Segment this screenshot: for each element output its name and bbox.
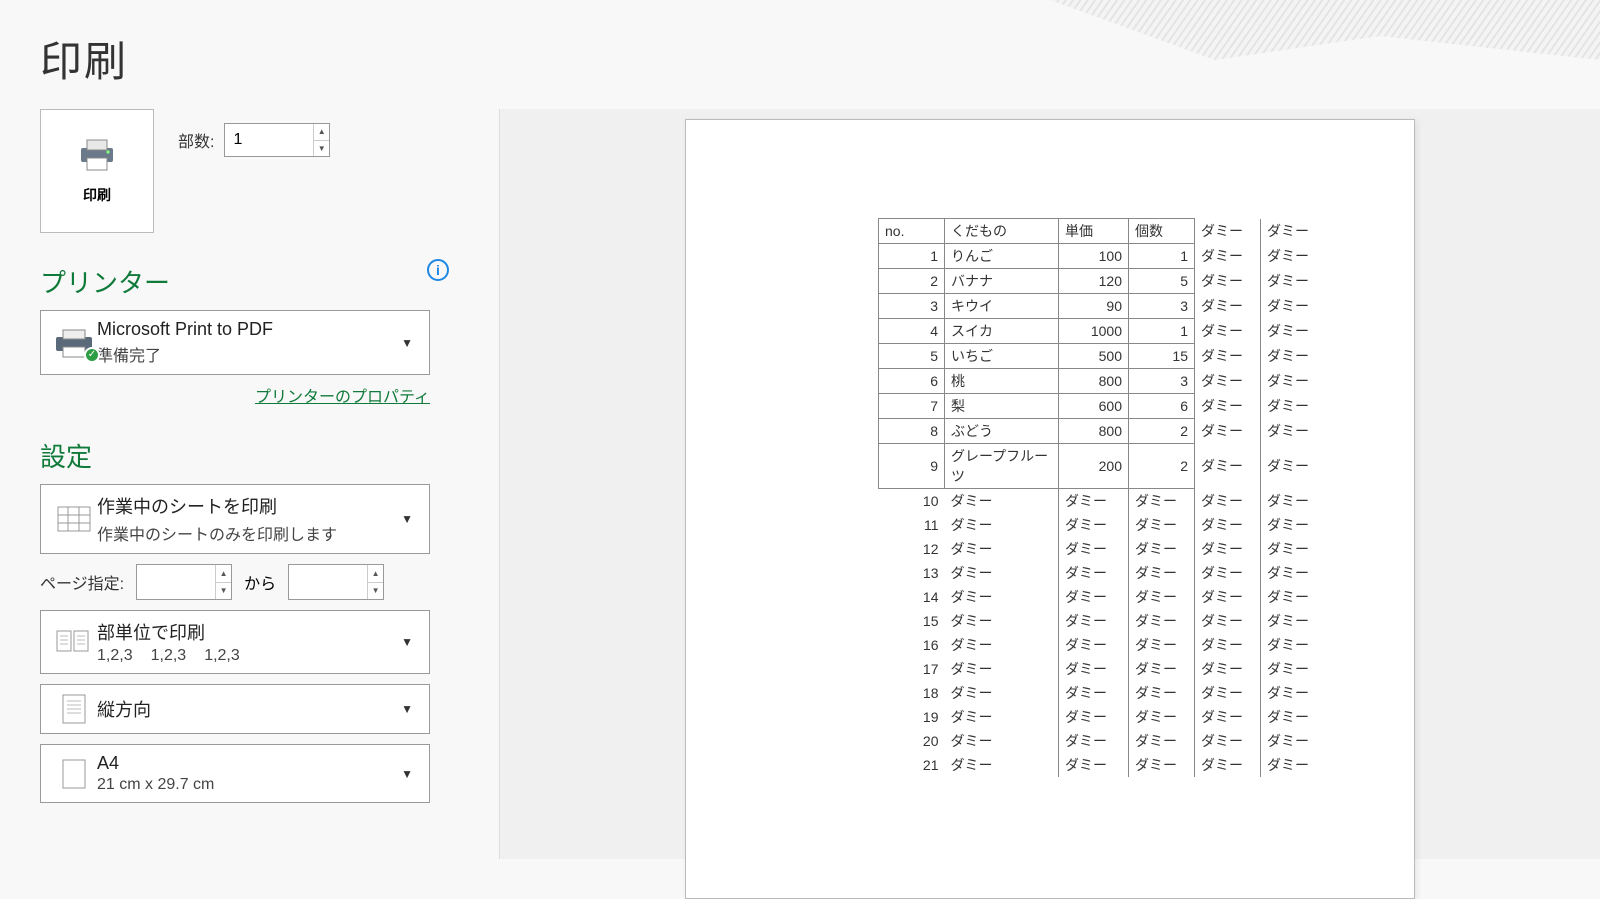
preview-page: no.くだもの単価個数ダミーダミー 1りんご1001ダミーダミー2バナナ1205…	[685, 119, 1415, 899]
print-what-line2: 作業中のシートのみを印刷します	[97, 521, 395, 545]
table-header: 個数	[1129, 219, 1195, 244]
printer-section-title: プリンター	[40, 263, 459, 300]
copies-label: 部数:	[178, 128, 214, 152]
preview-pane: no.くだもの単価個数ダミーダミー 1りんご1001ダミーダミー2バナナ1205…	[500, 109, 1600, 859]
page-to-input[interactable]	[289, 565, 367, 599]
table-header: no.	[879, 219, 945, 244]
table-header: 単価	[1059, 219, 1129, 244]
chevron-down-icon: ▼	[395, 702, 419, 716]
table-row: 12ダミーダミーダミーダミーダミー	[879, 537, 1321, 561]
main-layout: 印刷 部数: ▲ ▼ i プリンター	[0, 109, 1600, 859]
page-icon	[51, 758, 97, 790]
copies-input[interactable]	[225, 124, 313, 156]
table-header: くだもの	[945, 219, 1059, 244]
copies-up-icon[interactable]: ▲	[314, 124, 329, 141]
copies-spinner[interactable]: ▲ ▼	[224, 123, 330, 157]
copies-down-icon[interactable]: ▼	[314, 141, 329, 157]
table-row: 20ダミーダミーダミーダミーダミー	[879, 729, 1321, 753]
up-icon[interactable]: ▲	[368, 565, 383, 583]
collate-select[interactable]: 部単位で印刷 1,2,3 1,2,3 1,2,3 ▼	[40, 610, 430, 674]
collate-icon	[51, 627, 97, 657]
sheets-icon	[51, 505, 97, 533]
chevron-down-icon: ▼	[395, 635, 419, 649]
table-row: 8ぶどう8002ダミーダミー	[879, 419, 1321, 444]
page-from-spinner[interactable]: ▲ ▼	[136, 564, 232, 600]
printer-name: Microsoft Print to PDF	[97, 319, 395, 340]
table-row: 10ダミーダミーダミーダミーダミー	[879, 489, 1321, 514]
printer-properties-link[interactable]: プリンターのプロパティ	[255, 389, 430, 406]
collate-line2: 1,2,3 1,2,3 1,2,3	[97, 647, 395, 665]
table-row: 6桃8003ダミーダミー	[879, 369, 1321, 394]
table-row: 5いちご50015ダミーダミー	[879, 344, 1321, 369]
info-icon[interactable]: i	[427, 259, 449, 281]
printer-icon	[75, 138, 119, 177]
table-row: 9グレープフルーツ2002ダミーダミー	[879, 444, 1321, 489]
settings-pane: 印刷 部数: ▲ ▼ i プリンター	[0, 109, 500, 859]
preview-table: no.くだもの単価個数ダミーダミー 1りんご1001ダミーダミー2バナナ1205…	[878, 218, 1321, 777]
table-row: 3キウイ903ダミーダミー	[879, 294, 1321, 319]
printer-select[interactable]: ✓ Microsoft Print to PDF 準備完了 ▼	[40, 310, 430, 375]
print-what-line1: 作業中のシートを印刷	[97, 493, 395, 519]
table-row: 21ダミーダミーダミーダミーダミー	[879, 753, 1321, 777]
chevron-down-icon: ▼	[395, 767, 419, 781]
table-row: 19ダミーダミーダミーダミーダミー	[879, 705, 1321, 729]
settings-section-title: 設定	[40, 437, 459, 474]
printer-status: 準備完了	[97, 342, 395, 366]
page-to-spinner[interactable]: ▲ ▼	[288, 564, 384, 600]
down-icon[interactable]: ▼	[368, 583, 383, 600]
table-row: 7梨6006ダミーダミー	[879, 394, 1321, 419]
table-header: ダミー	[1261, 219, 1321, 244]
down-icon[interactable]: ▼	[216, 583, 231, 600]
page-portrait-icon	[51, 693, 97, 725]
check-icon: ✓	[84, 347, 100, 363]
page-from-input[interactable]	[137, 565, 215, 599]
table-row: 16ダミーダミーダミーダミーダミー	[879, 633, 1321, 657]
printer-status-icon: ✓	[51, 327, 97, 359]
table-row: 1りんご1001ダミーダミー	[879, 244, 1321, 269]
table-row: 4スイカ10001ダミーダミー	[879, 319, 1321, 344]
table-row: 18ダミーダミーダミーダミーダミー	[879, 681, 1321, 705]
up-icon[interactable]: ▲	[216, 565, 231, 583]
table-header: ダミー	[1195, 219, 1261, 244]
orientation-line1: 縦方向	[97, 696, 395, 722]
page-spec-label: ページ指定:	[40, 570, 124, 594]
table-row: 11ダミーダミーダミーダミーダミー	[879, 513, 1321, 537]
chevron-down-icon: ▼	[395, 336, 419, 350]
table-row: 13ダミーダミーダミーダミーダミー	[879, 561, 1321, 585]
table-row: 2バナナ1205ダミーダミー	[879, 269, 1321, 294]
print-button-label: 印刷	[83, 185, 111, 205]
table-row: 15ダミーダミーダミーダミーダミー	[879, 609, 1321, 633]
paper-size-line1: A4	[97, 753, 395, 774]
table-row: 14ダミーダミーダミーダミーダミー	[879, 585, 1321, 609]
orientation-select[interactable]: 縦方向 ▼	[40, 684, 430, 734]
page-to-label: から	[244, 570, 276, 594]
paper-size-select[interactable]: A4 21 cm x 29.7 cm ▼	[40, 744, 430, 803]
collate-line1: 部単位で印刷	[97, 619, 395, 645]
paper-size-line2: 21 cm x 29.7 cm	[97, 776, 395, 794]
print-button[interactable]: 印刷	[40, 109, 154, 233]
table-row: 17ダミーダミーダミーダミーダミー	[879, 657, 1321, 681]
chevron-down-icon: ▼	[395, 512, 419, 526]
print-what-select[interactable]: 作業中のシートを印刷 作業中のシートのみを印刷します ▼	[40, 484, 430, 554]
